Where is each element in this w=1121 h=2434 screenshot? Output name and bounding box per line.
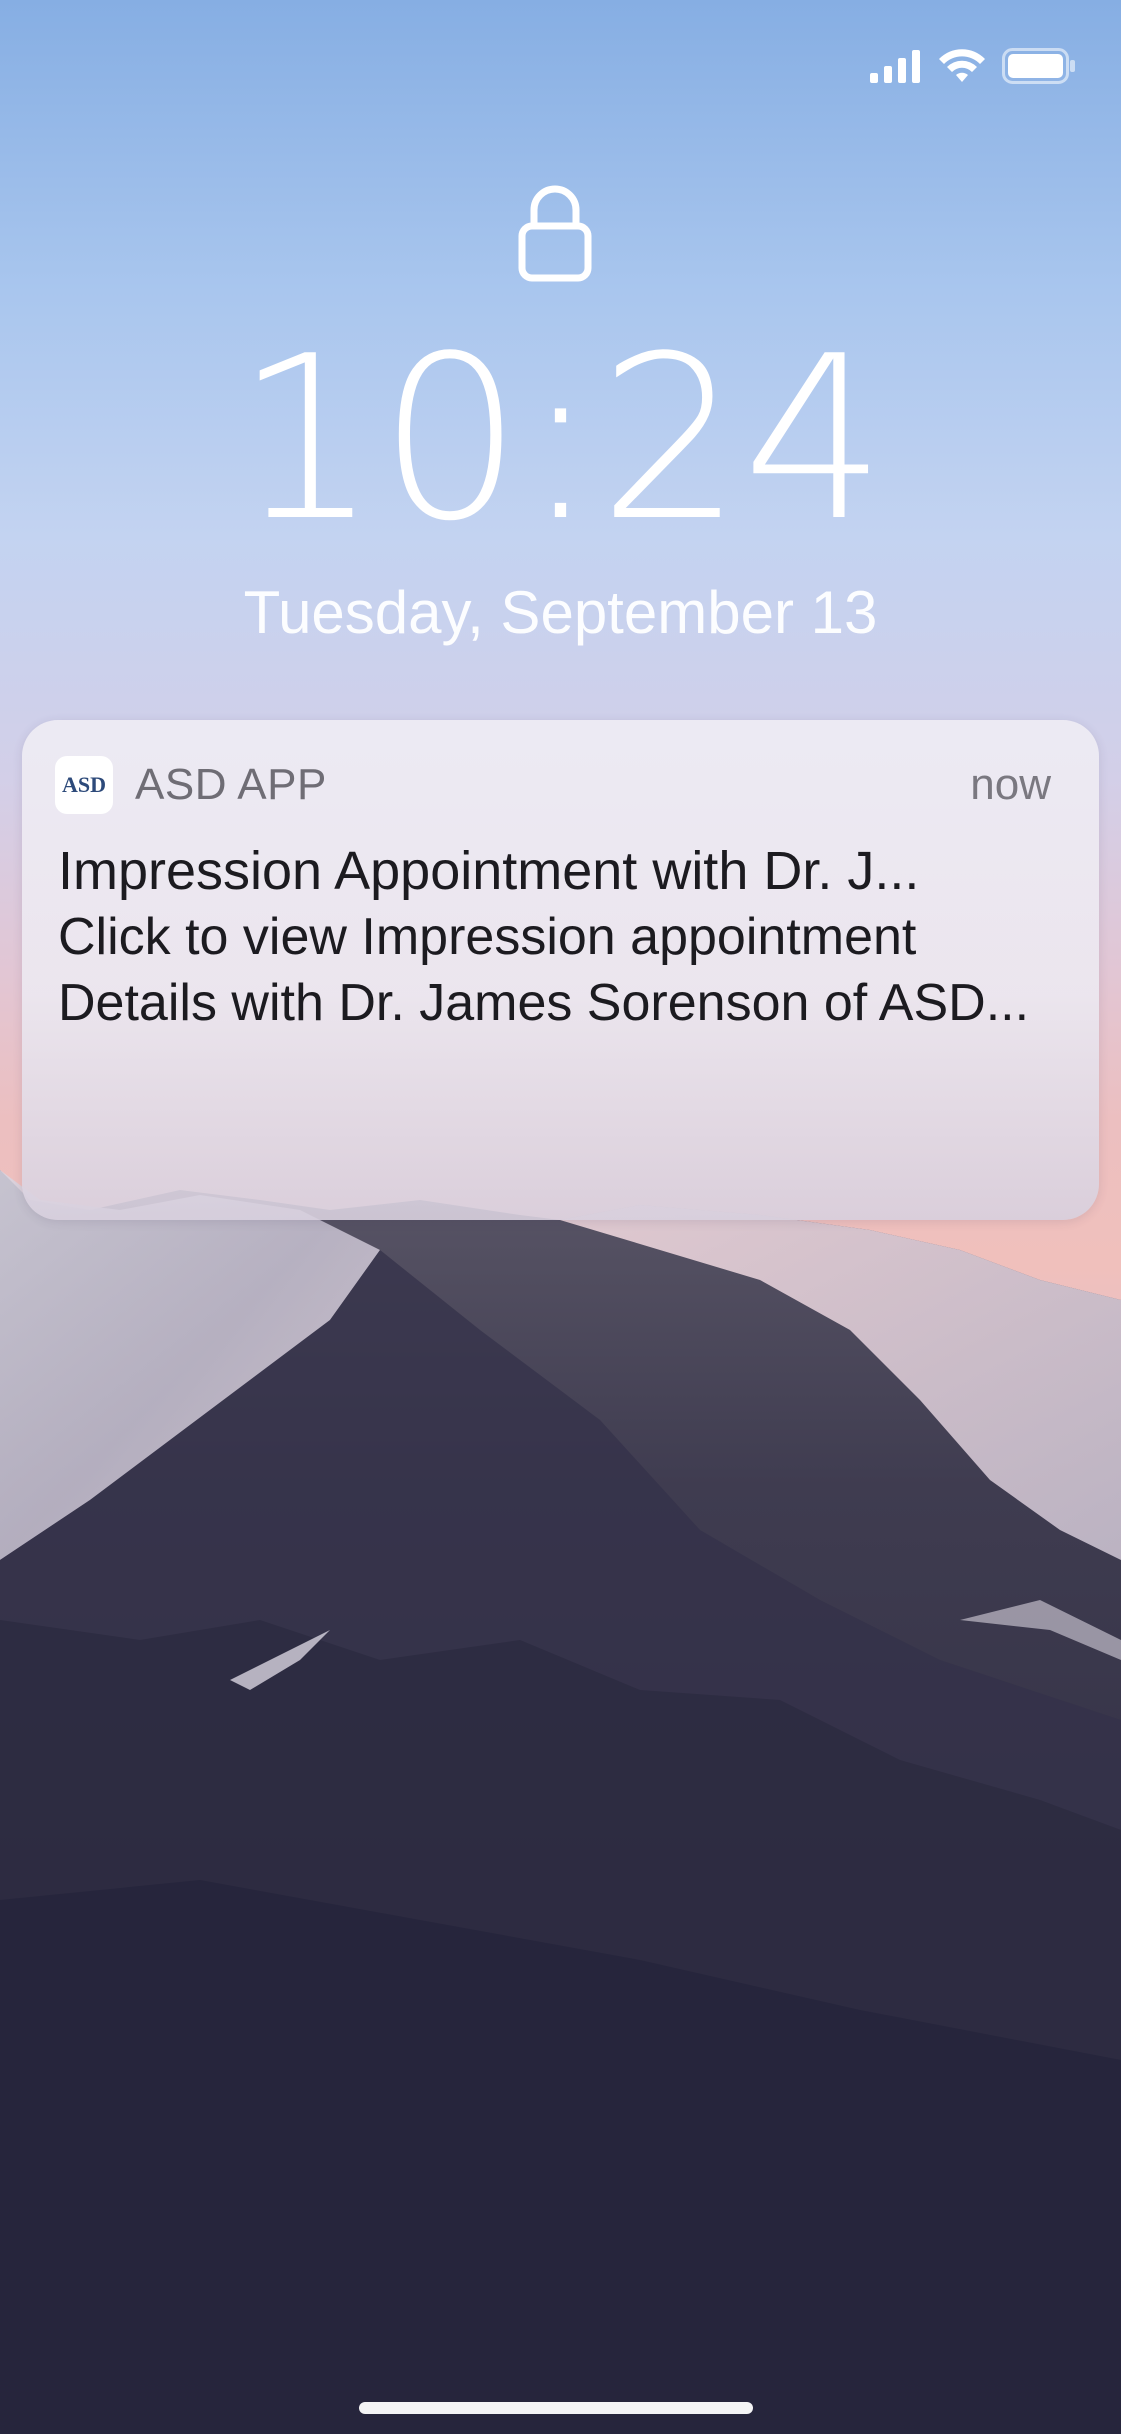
notification-card[interactable]: ASD ASD APP now Impression Appointment w… xyxy=(22,720,1099,1220)
wifi-icon xyxy=(938,48,986,84)
notification-body: Click to view Impression appointment Det… xyxy=(58,908,1030,1032)
notification-time: now xyxy=(970,760,1051,809)
battery-icon xyxy=(1002,48,1076,84)
cellular-signal-icon xyxy=(870,49,922,83)
notification-title: Impression Appointment with Dr. J... xyxy=(58,841,920,901)
status-bar xyxy=(870,46,1076,86)
notification-header: ASD ASD APP now xyxy=(55,755,1051,815)
asd-app-icon: ASD xyxy=(55,756,113,814)
app-icon-logo-text: ASD xyxy=(61,772,106,797)
lock-icon xyxy=(518,182,592,282)
home-indicator[interactable] xyxy=(359,2402,753,2414)
lock-screen: 10:24 Tuesday, September 13 ASD ASD APP … xyxy=(0,0,1121,2434)
lock-screen-time: 10:24 xyxy=(234,308,887,571)
lock-screen-date: Tuesday, September 13 xyxy=(243,579,878,646)
app-name: ASD APP xyxy=(135,760,327,809)
